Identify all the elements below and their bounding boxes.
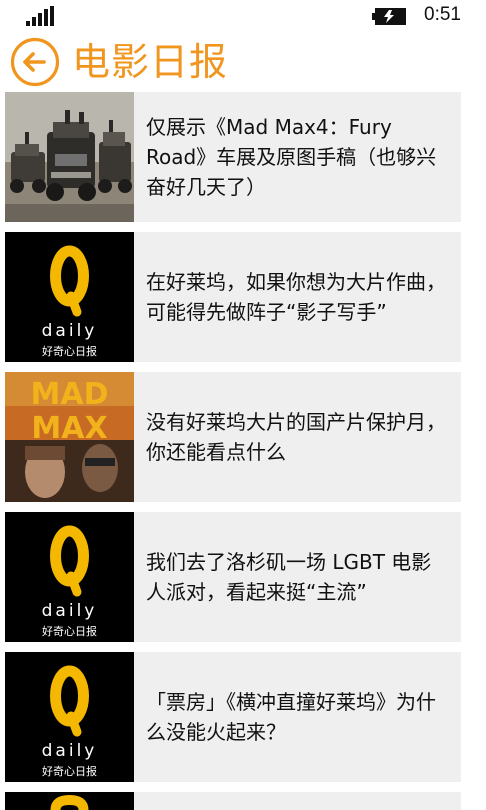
article-title: 「票房」《横冲直撞好莱坞》为什么没能火起来？	[146, 690, 436, 744]
qdaily-logo-thumbnail: daily 好奇心日报	[5, 232, 134, 362]
svg-text:daily: daily	[42, 601, 98, 621]
qdaily-logo	[5, 792, 134, 810]
list-item[interactable]: daily 好奇心日报 在好莱坞，如果你想为大片作曲，可能得先做阵子“影子写手”	[5, 232, 461, 362]
header: 电影日报	[0, 32, 486, 90]
svg-text:daily: daily	[42, 321, 98, 341]
qdaily-logo-thumbnail: daily 好奇心日报	[5, 512, 134, 642]
qdaily-logo: daily 好奇心日报	[5, 232, 134, 362]
qdaily-logo-thumbnail	[5, 792, 134, 810]
list-item[interactable]: 仅展示《Mad Max4：Fury Road》车展及原图手稿（也够兴奋好几天了）	[5, 92, 461, 222]
article-title: 我们去了洛杉矶一场 LGBT 电影人派对，看起来挺“主流”	[146, 550, 432, 604]
article-title: 没有好莱坞大片的国产片保护月，你还能看点什么	[146, 410, 446, 464]
status-bar: 0:51	[0, 0, 486, 32]
list-item[interactable]: MAD MAX 没有好莱坞大片的国产片保护月，你还能看点什么	[5, 372, 461, 502]
list-item[interactable]: daily 好奇心日报 我们去了洛杉矶一场 LGBT 电影人派对，看起来挺“主流…	[5, 512, 461, 642]
mad-max-poster: MAD MAX	[5, 372, 134, 502]
article-title: 在好莱坞，如果你想为大片作曲，可能得先做阵子“影子写手”	[146, 270, 446, 324]
svg-text:MAX: MAX	[31, 411, 107, 446]
article-title	[146, 792, 447, 810]
list-item[interactable]: daily 好奇心日报 「票房」《横冲直撞好莱坞》为什么没能火起来？	[5, 652, 461, 782]
clock: 0:51	[424, 4, 461, 25]
mad-max-poster-thumbnail: MAD MAX	[5, 372, 134, 502]
svg-text:好奇心日报: 好奇心日报	[42, 624, 97, 638]
battery-charging-icon	[372, 8, 406, 25]
list-item[interactable]	[5, 792, 461, 810]
car-convoy-image	[5, 92, 134, 222]
page-title: 电影日报	[72, 40, 229, 84]
qdaily-logo-thumbnail: daily 好奇心日报	[5, 652, 134, 782]
back-arrow-icon[interactable]	[10, 37, 60, 87]
svg-text:好奇心日报: 好奇心日报	[42, 344, 97, 358]
svg-text:MAD: MAD	[31, 377, 109, 412]
svg-text:daily: daily	[42, 741, 98, 761]
article-title: 仅展示《Mad Max4：Fury Road》车展及原图手稿（也够兴奋好几天了）	[146, 115, 437, 199]
qdaily-logo: daily 好奇心日报	[5, 512, 134, 642]
signal-bars-icon	[26, 6, 54, 26]
car-convoy-thumbnail	[5, 92, 134, 222]
qdaily-logo: daily 好奇心日报	[5, 652, 134, 782]
svg-text:好奇心日报: 好奇心日报	[42, 764, 97, 778]
